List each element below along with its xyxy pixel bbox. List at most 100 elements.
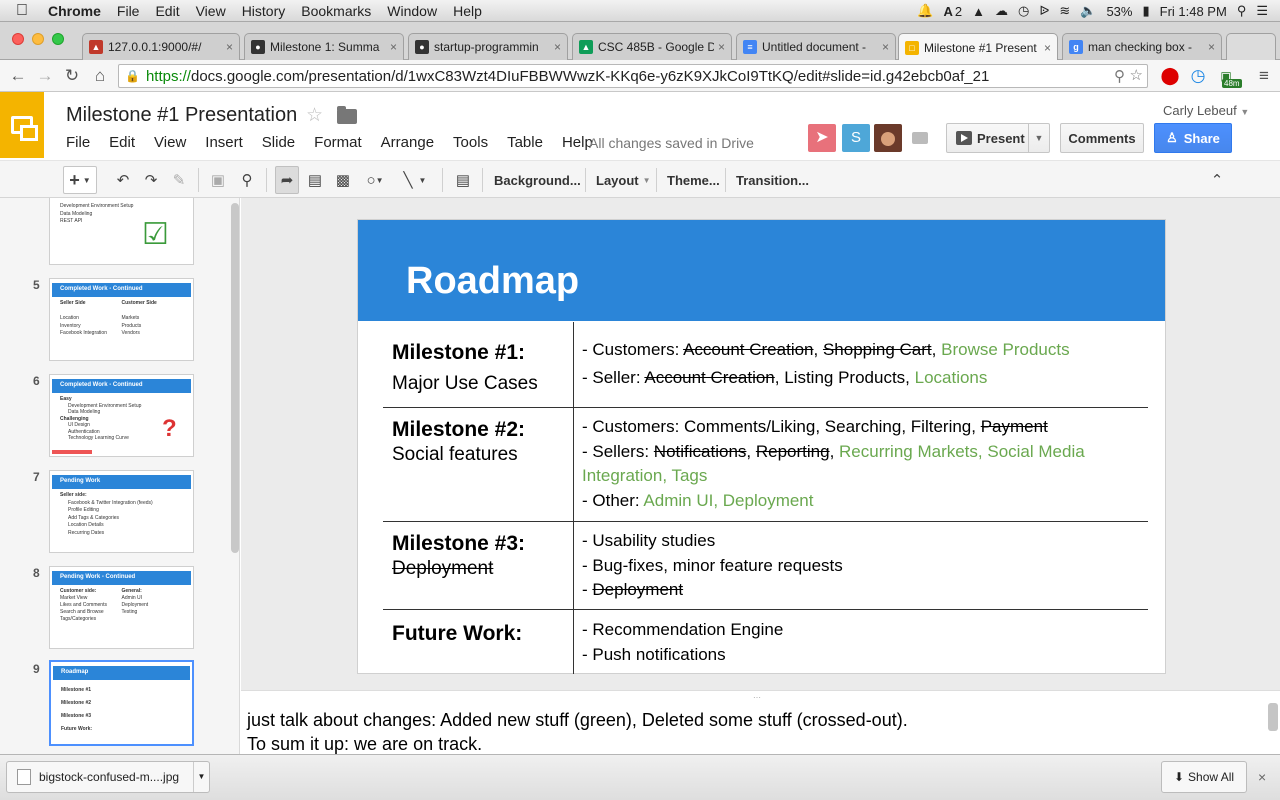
milestone-2-line-3[interactable]: Integration, Tags xyxy=(582,466,707,486)
notes-line-1[interactable]: just talk about changes: Added new stuff… xyxy=(247,710,908,731)
wifi-icon[interactable]: ≋ xyxy=(1059,3,1070,19)
tab-untitled-document[interactable]: ≡ Untitled document - × xyxy=(736,33,896,60)
docs-menu-edit[interactable]: Edit xyxy=(109,134,135,151)
paint-format-icon[interactable]: ✎ xyxy=(168,166,190,194)
present-button-label[interactable]: Present xyxy=(947,124,1029,152)
milestone-1-heading[interactable]: Milestone #1: xyxy=(392,341,525,365)
slide-thumbnail-6[interactable]: Completed Work - Continued Easy Developm… xyxy=(49,374,194,457)
tab-milestone-summary[interactable]: ● Milestone 1: Summa × xyxy=(244,33,404,60)
folder-icon[interactable] xyxy=(337,106,357,124)
tab-localhost[interactable]: ▲ 127.0.0.1:9000/#/ × xyxy=(82,33,240,60)
text-box-icon[interactable]: ▤ xyxy=(304,166,326,194)
time-machine-icon[interactable]: ◷ xyxy=(1018,3,1029,19)
home-icon[interactable]: ⌂ xyxy=(90,66,110,86)
notes-line-2[interactable]: To sum it up: we are on track. xyxy=(247,734,482,755)
layout-button[interactable]: Layout ▼ xyxy=(596,166,651,194)
chat-icon[interactable] xyxy=(906,124,934,152)
notification-center-icon[interactable]: ☰ xyxy=(1256,3,1268,19)
docs-menu-table[interactable]: Table xyxy=(507,134,543,151)
docs-menu-insert[interactable]: Insert xyxy=(205,134,243,151)
battery-percent[interactable]: 53% xyxy=(1106,4,1132,19)
bell-icon[interactable]: 🔔 xyxy=(917,3,933,19)
collaborator-avatar-bird[interactable]: ➤ xyxy=(808,124,836,152)
milestone-2-line-2[interactable]: - Sellers: Notifications, Reporting, Rec… xyxy=(582,442,1085,462)
account-name[interactable]: Carly Lebeuf ▼ xyxy=(1163,103,1249,118)
milestone-1-subtitle[interactable]: Major Use Cases xyxy=(392,373,538,395)
milestone-2-heading[interactable]: Milestone #2: xyxy=(392,418,525,442)
docs-menu-format[interactable]: Format xyxy=(314,134,362,151)
tab-csc485b-drive[interactable]: ▲ CSC 485B - Google D × xyxy=(572,33,732,60)
slides-home-icon[interactable] xyxy=(0,92,44,158)
milestone-3-heading[interactable]: Milestone #3: xyxy=(392,532,525,556)
tab-startup-programming[interactable]: ● startup-programmin × xyxy=(408,33,568,60)
slide-thumbnail-5[interactable]: Completed Work - Continued Seller Side Lo… xyxy=(49,278,194,361)
docs-menu-arrange[interactable]: Arrange xyxy=(381,134,434,151)
address-bar-input[interactable]: 🔒 https:// docs.google.com/presentation/… xyxy=(118,64,1148,88)
docs-menu-file[interactable]: File xyxy=(66,134,90,151)
volume-icon[interactable]: 🔈 xyxy=(1080,3,1096,19)
collaborator-avatar-photo[interactable] xyxy=(874,124,902,152)
tab-close-icon[interactable]: × xyxy=(226,40,233,54)
filmstrip-scrollbar[interactable] xyxy=(231,203,239,553)
tab-man-checking-box[interactable]: g man checking box - × xyxy=(1062,33,1222,60)
tab-close-icon[interactable]: × xyxy=(390,40,397,54)
present-dropdown-icon[interactable]: ▼ xyxy=(1029,133,1049,143)
close-shelf-icon[interactable]: × xyxy=(1258,769,1266,785)
close-window-icon[interactable] xyxy=(12,33,24,45)
cloud-icon[interactable]: ☁ xyxy=(995,3,1008,19)
comments-button[interactable]: Comments xyxy=(1060,123,1144,153)
slide-canvas[interactable]: Roadmap Milestone #1: Major Use Cases - … xyxy=(357,219,1166,674)
new-slide-button[interactable]: + ▼ xyxy=(63,166,97,194)
menu-edit[interactable]: Edit xyxy=(147,3,187,19)
document-title[interactable]: Milestone #1 Presentation xyxy=(66,104,297,127)
tab-close-icon[interactable]: × xyxy=(554,40,561,54)
image-icon[interactable]: ▩ xyxy=(332,166,354,194)
adblock-extension-icon[interactable]: ⬤ xyxy=(1160,66,1180,86)
milestone-3-line-2[interactable]: - Bug-fixes, minor feature requests xyxy=(582,556,843,576)
tab-milestone-presentation[interactable]: □ Milestone #1 Present × xyxy=(898,33,1058,61)
future-work-line-1[interactable]: - Recommendation Engine xyxy=(582,620,783,640)
bookmark-star-icon[interactable]: ☆ xyxy=(1130,66,1143,84)
redo-icon[interactable]: ↷ xyxy=(140,166,162,194)
tab-close-icon[interactable]: × xyxy=(882,40,889,54)
theme-button[interactable]: Theme... xyxy=(667,166,720,194)
slide-thumbnail-4[interactable]: Development Environment Setup Data Model… xyxy=(49,198,194,265)
apple-menu-icon[interactable]:  xyxy=(0,2,40,20)
new-tab-button[interactable] xyxy=(1226,33,1276,60)
menu-history[interactable]: History xyxy=(234,3,294,19)
menu-view[interactable]: View xyxy=(188,3,234,19)
menu-help[interactable]: Help xyxy=(445,3,490,19)
notes-scrollbar[interactable] xyxy=(1268,703,1278,731)
tab-close-icon[interactable]: × xyxy=(718,40,725,54)
spotlight-search-icon[interactable]: ⚲ xyxy=(1237,3,1247,19)
docs-menu-view[interactable]: View xyxy=(154,134,186,151)
battery-icon[interactable]: ▮ xyxy=(1142,3,1149,19)
milestone-2-subtitle[interactable]: Social features xyxy=(392,444,518,466)
future-work-line-2[interactable]: - Push notifications xyxy=(582,645,726,665)
show-all-downloads-button[interactable]: ⬇ Show All xyxy=(1161,761,1247,793)
slide-thumbnail-7[interactable]: Pending Work Seller side: Facebook & Twi… xyxy=(49,470,194,553)
undo-icon[interactable]: ↶ xyxy=(112,166,134,194)
docs-menu-slide[interactable]: Slide xyxy=(262,134,295,151)
bluetooth-icon[interactable]: ᐉ xyxy=(1039,3,1049,19)
slide-title[interactable]: Roadmap xyxy=(406,260,579,303)
speaker-notes[interactable]: ⋯ just talk about changes: Added new stu… xyxy=(241,690,1280,754)
drive-icon[interactable]: ▲ xyxy=(972,4,985,19)
star-icon[interactable]: ☆ xyxy=(306,104,323,127)
clock-extension-icon[interactable]: ◷ xyxy=(1188,66,1208,86)
minimize-window-icon[interactable] xyxy=(32,33,44,45)
zoom-window-icon[interactable] xyxy=(52,33,64,45)
milestone-2-line-4[interactable]: - Other: Admin UI, Deployment xyxy=(582,491,814,511)
zoom-magnifier-icon[interactable]: ⚲ xyxy=(1114,67,1125,85)
download-options-icon[interactable]: ▼ xyxy=(193,762,209,792)
resize-handle-icon[interactable]: ⋯ xyxy=(753,693,761,702)
transition-button[interactable]: Transition... xyxy=(736,166,809,194)
adobe-icon[interactable]: A xyxy=(944,4,953,19)
slide-thumbnail-9-selected[interactable]: Roadmap Milestone #1 Milestone #2 Milest… xyxy=(49,660,194,746)
menu-file[interactable]: File xyxy=(109,3,148,19)
milestone-1-line-2[interactable]: - Seller: Account Creation, Listing Prod… xyxy=(582,368,987,388)
zoom-icon[interactable]: ⚲ xyxy=(236,166,258,194)
docs-menu-tools[interactable]: Tools xyxy=(453,134,488,151)
download-item[interactable]: bigstock-confused-m....jpg ▼ xyxy=(6,761,210,793)
comment-icon[interactable]: ▤ xyxy=(452,166,474,194)
